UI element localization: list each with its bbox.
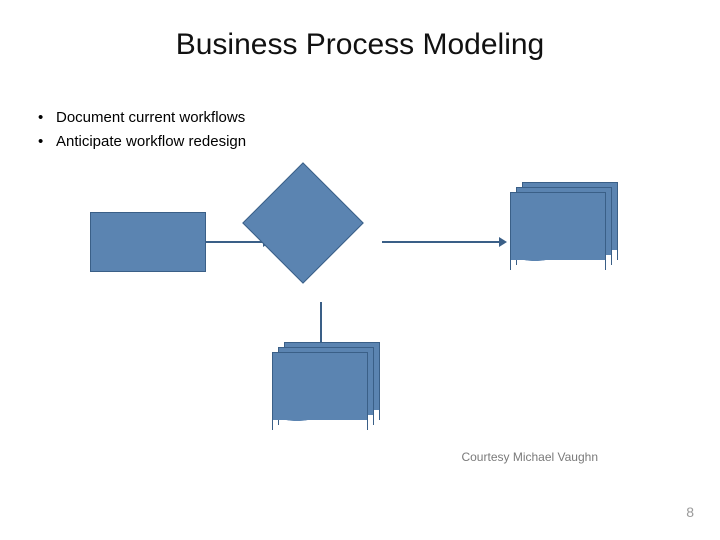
process-box xyxy=(90,212,206,272)
bullet-item: Anticipate workflow redesign xyxy=(38,130,246,154)
bullet-item: Document current workflows xyxy=(38,106,246,130)
slide: Business Process Modeling Document curre… xyxy=(0,0,720,540)
slide-title: Business Process Modeling xyxy=(0,28,720,62)
flowchart-diagram xyxy=(90,194,630,434)
connector-arrow xyxy=(206,241,264,243)
page-number: 8 xyxy=(686,504,694,520)
bullet-list: Document current workflows Anticipate wo… xyxy=(38,106,246,154)
connector-arrow xyxy=(320,302,322,346)
connector-arrow xyxy=(382,241,500,243)
decision-diamond xyxy=(260,180,382,302)
credit-text: Courtesy Michael Vaughn xyxy=(461,450,598,464)
